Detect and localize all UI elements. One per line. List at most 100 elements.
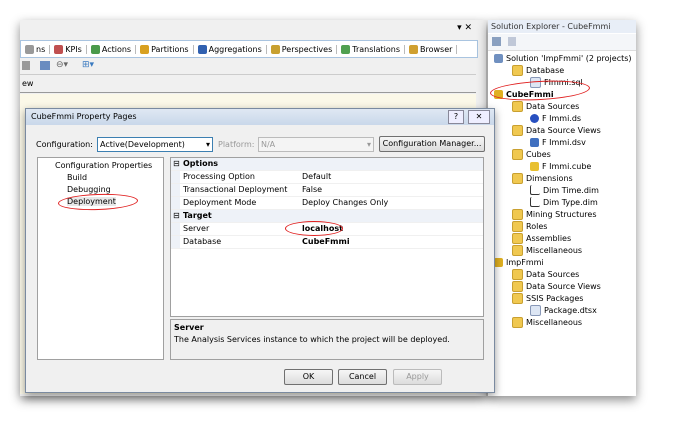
dimension-icon	[530, 185, 540, 195]
tree-item-label: Solution 'ImpFmmi' (2 projects)	[506, 53, 632, 63]
folder-icon	[512, 316, 523, 328]
property-pages-dialog: CubeFmmi Property Pages ? ✕ Configuratio…	[25, 108, 495, 393]
window-controls[interactable]: ▾ ✕	[457, 23, 472, 33]
help-button[interactable]: ?	[448, 110, 464, 124]
tree-item-label: Data Source Views	[526, 125, 601, 135]
tree-item[interactable]: SSIS Packages	[512, 292, 583, 304]
tab-ns[interactable]: ns	[21, 44, 51, 54]
tree-item[interactable]: Mining Structures	[512, 208, 597, 220]
tree-item-debugging[interactable]: Debugging	[67, 185, 111, 194]
tab-actions[interactable]: Actions	[87, 44, 137, 54]
cancel-button[interactable]: Cancel	[338, 369, 387, 385]
tree-item[interactable]: Assemblies	[512, 232, 571, 244]
folder-icon	[512, 292, 523, 304]
dialog-title: CubeFmmi Property Pages ? ✕	[26, 109, 494, 125]
actions-icon	[90, 44, 100, 54]
tree-item[interactable]: Data Source Views	[512, 280, 601, 292]
folder-icon	[512, 220, 523, 232]
property-row[interactable]: Deployment Mode Deploy Changes Only	[171, 197, 483, 210]
subtab-label[interactable]: ew	[22, 79, 33, 88]
tab-partitions[interactable]: Partitions	[136, 44, 194, 54]
tree-item-build[interactable]: Build	[67, 173, 87, 182]
tree-item[interactable]: Miscellaneous	[512, 316, 582, 328]
subtab-bar: ew	[20, 76, 476, 93]
property-value[interactable]: Default	[302, 171, 331, 183]
configuration-select[interactable]: Active(Development) ▾	[97, 137, 213, 152]
close-button[interactable]: ✕	[468, 110, 490, 124]
collapse-icon[interactable]: ⊟	[173, 210, 180, 222]
tree-item[interactable]: Package.dtsx	[530, 304, 597, 316]
zoom-window-icon[interactable]	[40, 61, 50, 70]
group-label: Target	[183, 211, 212, 220]
property-value[interactable]: Deploy Changes Only	[302, 197, 388, 209]
chevron-down-icon: ▾	[205, 140, 210, 149]
property-value[interactable]: False	[302, 184, 322, 196]
dialog-title-text: CubeFmmi Property Pages	[31, 112, 137, 121]
property-row[interactable]: Database CubeFmmi	[171, 236, 483, 249]
designer-tabs: ns KPIs Actions Partitions Aggregations Persp…	[20, 40, 478, 58]
tree-item[interactable]: Dimensions	[512, 172, 573, 184]
tree-item-label: Dim Type.dim	[543, 197, 598, 207]
tab-browser[interactable]: Browser	[405, 44, 458, 54]
tree-item[interactable]: Miscellaneous	[512, 244, 582, 256]
ok-button[interactable]: OK	[284, 369, 333, 385]
platform-select[interactable]: N/A ▾	[258, 137, 374, 152]
tree-item-label: Roles	[526, 221, 548, 231]
folder-icon	[512, 64, 523, 76]
tree-item[interactable]: Data Sources	[512, 100, 579, 112]
tree-item[interactable]: Solution 'ImpFmmi' (2 projects)	[494, 52, 632, 64]
tree-item[interactable]: Roles	[512, 220, 547, 232]
tree-item[interactable]: Cubes	[512, 148, 551, 160]
property-grid: ⊟ Options Processing Option Default Transact…	[170, 157, 484, 317]
file-icon	[530, 304, 541, 316]
zoom-icon[interactable]: ⊖▾	[56, 60, 68, 70]
partitions-icon	[140, 44, 150, 54]
tree-item[interactable]: ImpFmmi	[494, 256, 544, 268]
configuration-value: Active(Development)	[100, 140, 185, 149]
tab-label: Translations	[352, 44, 401, 54]
tab-translations[interactable]: Translations	[337, 44, 406, 54]
tree-item[interactable]: F Immi.cube	[530, 160, 591, 172]
group-label: Options	[183, 159, 219, 168]
layout-icon[interactable]: ⊞▾	[82, 60, 94, 70]
tree-item-label: F Immi.cube	[542, 161, 592, 171]
kpis-icon	[54, 44, 64, 54]
tree-item[interactable]: Data Source Views	[512, 124, 601, 136]
tree-item-label: Dimensions	[526, 173, 573, 183]
solution-explorer-title: Solution Explorer - CubeFmmi	[488, 20, 636, 33]
properties-icon[interactable]	[492, 37, 501, 46]
tree-item[interactable]: Data Sources	[512, 268, 579, 280]
solution-tree: Solution 'ImpFmmi' (2 projects) Database F…	[488, 52, 636, 372]
description-panel: Server The Analysis Services instance to…	[170, 319, 484, 360]
tree-item[interactable]: F Immi.dsv	[530, 136, 586, 148]
collapse-icon[interactable]: ⊟	[173, 158, 180, 170]
property-row[interactable]: Processing Option Default	[171, 171, 483, 184]
group-options[interactable]: ⊟ Options	[171, 158, 483, 171]
tab-aggregations[interactable]: Aggregations	[194, 44, 267, 54]
tree-item-label: F Immi.ds	[542, 113, 582, 123]
tab-label: Partitions	[151, 44, 189, 54]
apply-button[interactable]: Apply	[393, 369, 442, 385]
dimension-icon	[530, 197, 540, 207]
tree-item[interactable]: Dim Type.dim	[530, 196, 598, 208]
tree-item[interactable]: Dim Time.dim	[530, 184, 599, 196]
toolbar-icon[interactable]	[22, 61, 30, 70]
tree-item-label: Data Sources	[526, 269, 580, 279]
property-value[interactable]: CubeFmmi	[302, 236, 350, 248]
tree-item-label: ImpFmmi	[506, 257, 544, 267]
tree-root[interactable]: Configuration Properties	[55, 161, 152, 170]
config-tree: Configuration Properties Build Debugging…	[37, 157, 164, 360]
description-text: The Analysis Services instance to which …	[174, 335, 450, 344]
show-all-files-icon[interactable]	[508, 37, 516, 46]
property-name: Processing Option	[183, 172, 255, 181]
tree-item[interactable]: Database	[512, 64, 564, 76]
tab-kpis[interactable]: KPIs	[50, 44, 87, 54]
configuration-manager-button[interactable]: Configuration Manager...	[379, 136, 485, 152]
tab-perspectives[interactable]: Perspectives	[267, 44, 338, 54]
tree-item[interactable]: F Immi.ds	[530, 112, 581, 124]
property-row[interactable]: Transactional Deployment False	[171, 184, 483, 197]
folder-icon	[512, 280, 523, 292]
tab-label: ns	[36, 44, 46, 54]
tree-item-label: SSIS Packages	[526, 293, 584, 303]
tree-item-label: Package.dtsx	[544, 305, 597, 315]
